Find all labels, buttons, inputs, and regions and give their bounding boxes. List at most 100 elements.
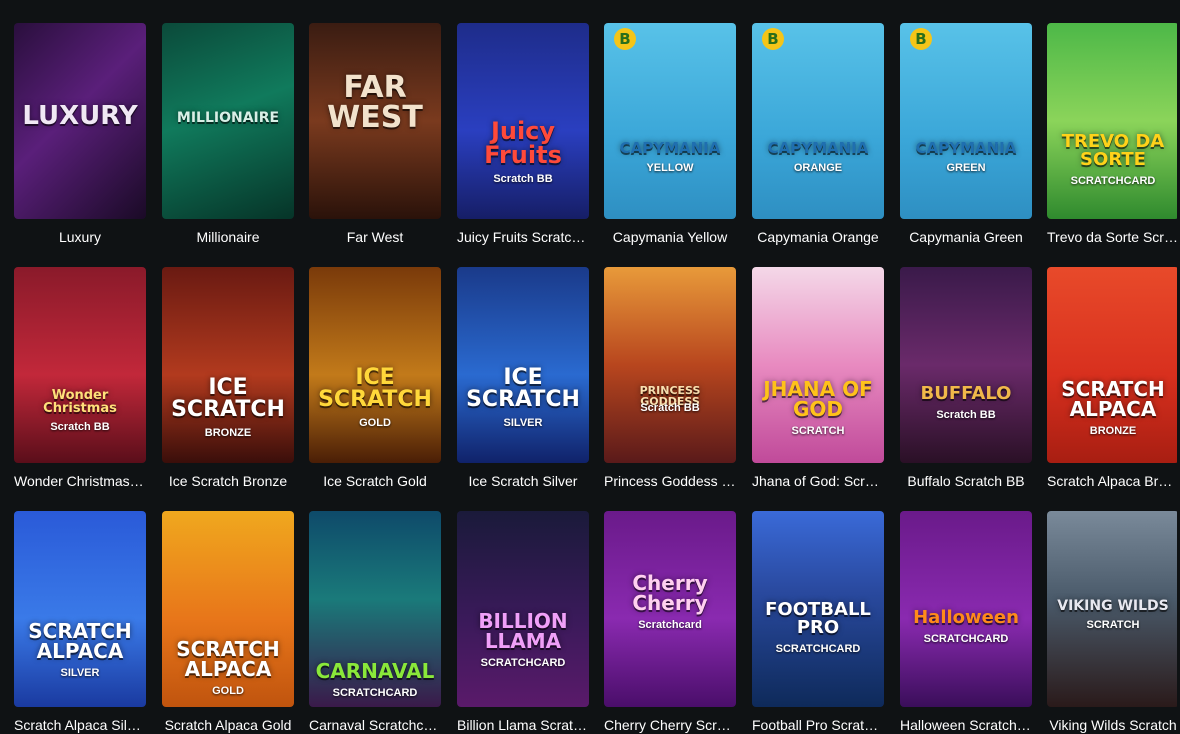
game-title[interactable]: Halloween Scratchcard (900, 716, 1032, 734)
game-logo-subtitle: SCRATCHCARD (775, 643, 861, 655)
game-title[interactable]: Buffalo Scratch BB (900, 472, 1032, 490)
provider-badge-icon: B (614, 28, 636, 50)
game-card[interactable]: CARNAVAL SCRATCHCARD Carnaval Scratchcard (309, 511, 441, 734)
game-thumbnail[interactable]: ICE SCRATCH SILVER (457, 267, 589, 463)
game-card[interactable]: B CAPYMANIA GREEN Capymania Green (900, 23, 1032, 246)
game-card[interactable]: SCRATCH ALPACA BRONZE Scratch Alpaca Bronz… (1047, 267, 1179, 490)
game-thumbnail[interactable]: BILLION LLAMA SCRATCHCARD (457, 511, 589, 707)
game-title[interactable]: Billion Llama Scratchcard (457, 716, 589, 734)
game-card[interactable]: ICE SCRATCH BRONZE Ice Scratch Bronze (162, 267, 294, 490)
game-artwork (604, 23, 736, 219)
game-logo: ICE SCRATCH (318, 365, 432, 412)
game-thumbnail[interactable]: JHANA OF GOD SCRATCH (752, 267, 884, 463)
game-thumbnail[interactable]: FOOTBALL PRO SCRATCHCARD (752, 511, 884, 707)
game-logo: FOOTBALL PRO (765, 599, 871, 638)
game-card[interactable]: BILLION LLAMA SCRATCHCARD Billion Llama Sc… (457, 511, 589, 734)
game-artwork (900, 267, 1032, 463)
game-artwork (1047, 23, 1179, 219)
game-title[interactable]: Scratch Alpaca Bronze (1047, 472, 1179, 490)
game-title[interactable]: Ice Scratch Silver (457, 472, 589, 490)
game-card[interactable]: PRINCESS GODDESS Scratch BB Princess Godde… (604, 267, 736, 490)
provider-badge-icon: B (910, 28, 932, 50)
game-thumbnail[interactable]: ICE SCRATCH BRONZE (162, 267, 294, 463)
game-card[interactable]: LUXURY Luxury (14, 23, 146, 246)
game-logo: JHANA OF GOD (763, 377, 873, 421)
game-thumbnail[interactable]: B CAPYMANIA YELLOW (604, 23, 736, 219)
game-logo: VIKING WILDS (1057, 598, 1169, 614)
game-card[interactable]: FAR WEST Far West (309, 23, 441, 246)
game-title[interactable]: Capymania Green (900, 228, 1032, 246)
game-title[interactable]: Luxury (14, 228, 146, 246)
game-card[interactable]: SCRATCH ALPACA SILVER Scratch Alpaca Silve… (14, 511, 146, 734)
game-card[interactable]: Juicy Fruits Scratch BB Juicy Fruits Scrat… (457, 23, 589, 246)
game-title[interactable]: Carnaval Scratchcard (309, 716, 441, 734)
game-logo-subtitle: SILVER (503, 417, 543, 429)
game-thumbnail[interactable]: TREVO DA SORTE SCRATCHCARD (1047, 23, 1179, 219)
game-thumbnail[interactable]: LUXURY (14, 23, 146, 219)
game-card[interactable]: TREVO DA SORTE SCRATCHCARD Trevo da Sorte … (1047, 23, 1179, 246)
game-card[interactable]: ICE SCRATCH SILVER Ice Scratch Silver (457, 267, 589, 490)
game-title[interactable]: Scratch Alpaca Gold (162, 716, 294, 734)
game-card[interactable]: Halloween SCRATCHCARD Halloween Scratchcar… (900, 511, 1032, 734)
game-card[interactable]: Wonder Christmas Scratch BB Wonder Christm… (14, 267, 146, 490)
game-card[interactable]: B CAPYMANIA YELLOW Capymania Yellow (604, 23, 736, 246)
game-title[interactable]: Jhana of God: Scratch (752, 472, 884, 490)
game-thumbnail[interactable]: MILLIONAIRE (162, 23, 294, 219)
game-card[interactable]: VIKING WILDS SCRATCH Viking Wilds Scratch (1047, 511, 1179, 734)
game-logo: Halloween (913, 607, 1019, 628)
game-title[interactable]: Millionaire (162, 228, 294, 246)
game-logo-subtitle: ORANGE (793, 162, 843, 174)
game-thumbnail[interactable]: Cherry Cherry Scratchcard (604, 511, 736, 707)
game-title[interactable]: Cherry Cherry Scratchcard (604, 716, 736, 734)
game-title[interactable]: Ice Scratch Bronze (162, 472, 294, 490)
game-thumbnail[interactable]: B CAPYMANIA GREEN (900, 23, 1032, 219)
game-logo: BILLION LLAMA (478, 609, 568, 653)
game-logo-subtitle: GREEN (946, 162, 986, 174)
game-card[interactable]: ICE SCRATCH GOLD Ice Scratch Gold (309, 267, 441, 490)
game-card[interactable]: SCRATCH ALPACA GOLD Scratch Alpaca Gold (162, 511, 294, 734)
game-title[interactable]: Ice Scratch Gold (309, 472, 441, 490)
game-title[interactable]: Capymania Orange (752, 228, 884, 246)
game-thumbnail[interactable]: CARNAVAL SCRATCHCARD (309, 511, 441, 707)
game-thumbnail[interactable]: SCRATCH ALPACA SILVER (14, 511, 146, 707)
game-card[interactable]: JHANA OF GOD SCRATCH Jhana of God: Scratch (752, 267, 884, 490)
game-title[interactable]: Princess Goddess Scratch BB (604, 472, 736, 490)
game-title[interactable]: Scratch Alpaca Silver (14, 716, 146, 734)
game-thumbnail[interactable]: B CAPYMANIA ORANGE (752, 23, 884, 219)
game-artwork (900, 23, 1032, 219)
game-thumbnail[interactable]: Halloween SCRATCHCARD (900, 511, 1032, 707)
game-title[interactable]: Far West (309, 228, 441, 246)
game-logo: FAR WEST (327, 70, 423, 135)
game-logo-subtitle: YELLOW (646, 162, 694, 174)
game-title[interactable]: Juicy Fruits Scratch BB (457, 228, 589, 246)
game-logo-subtitle: Scratchcard (638, 619, 702, 631)
game-thumbnail[interactable]: Juicy Fruits Scratch BB (457, 23, 589, 219)
game-thumbnail[interactable]: Wonder Christmas Scratch BB (14, 267, 146, 463)
game-logo: BUFFALO (920, 383, 1012, 404)
game-logo: SCRATCH ALPACA (28, 619, 132, 663)
game-thumbnail[interactable]: SCRATCH ALPACA BRONZE (1047, 267, 1179, 463)
game-logo: LUXURY (22, 101, 138, 131)
game-title[interactable]: Capymania Yellow (604, 228, 736, 246)
game-logo: Cherry Cherry (632, 571, 708, 615)
game-logo: Wonder Christmas (43, 388, 117, 416)
game-title[interactable]: Wonder Christmas Scratch BB (14, 472, 146, 490)
game-title[interactable]: Viking Wilds Scratch (1047, 716, 1179, 734)
game-logo: CAPYMANIA (619, 139, 721, 157)
game-card[interactable]: MILLIONAIRE Millionaire (162, 23, 294, 246)
game-thumbnail[interactable]: ICE SCRATCH GOLD (309, 267, 441, 463)
game-card[interactable]: B CAPYMANIA ORANGE Capymania Orange (752, 23, 884, 246)
game-thumbnail[interactable]: BUFFALO Scratch BB (900, 267, 1032, 463)
game-title[interactable]: Trevo da Sorte Scratchcard (1047, 228, 1179, 246)
game-card[interactable]: BUFFALO Scratch BB Buffalo Scratch BB (900, 267, 1032, 490)
game-logo-subtitle: BRONZE (204, 427, 252, 439)
game-thumbnail[interactable]: SCRATCH ALPACA GOLD (162, 511, 294, 707)
game-logo: ICE SCRATCH (171, 375, 285, 422)
game-thumbnail[interactable]: VIKING WILDS SCRATCH (1047, 511, 1179, 707)
game-thumbnail[interactable]: PRINCESS GODDESS Scratch BB (604, 267, 736, 463)
game-card[interactable]: Cherry Cherry Scratchcard Cherry Cherry Sc… (604, 511, 736, 734)
game-thumbnail[interactable]: FAR WEST (309, 23, 441, 219)
game-logo-subtitle: Scratch BB (640, 402, 700, 414)
game-title[interactable]: Football Pro Scratchcard (752, 716, 884, 734)
game-card[interactable]: FOOTBALL PRO SCRATCHCARD Football Pro Scra… (752, 511, 884, 734)
